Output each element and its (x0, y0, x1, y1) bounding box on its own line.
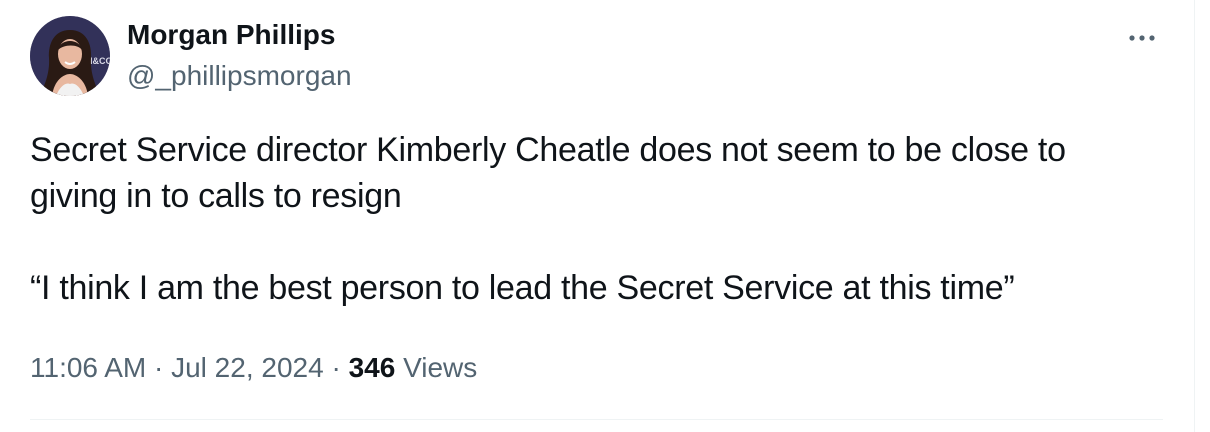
author-avatar[interactable]: I&CO (30, 16, 110, 96)
tweet-metadata: 11:06 AM · Jul 22, 2024 · 346 Views (30, 348, 477, 388)
avatar-image: I&CO (30, 16, 110, 96)
divider (30, 419, 1163, 420)
views-count: 346 (348, 352, 396, 383)
author-display-name[interactable]: Morgan Phillips (127, 18, 335, 52)
tweet-card[interactable]: I&CO Morgan Phillips @_phillipsmorgan Se… (0, 0, 1195, 432)
tweet-text: Secret Service director Kimberly Cheatle… (30, 127, 1170, 311)
tweet-text-line: Secret Service director Kimberly Cheatle… (30, 131, 1066, 169)
more-horizontal-icon (1129, 35, 1155, 41)
tweet-timestamp[interactable]: 11:06 AM · Jul 22, 2024 (30, 352, 324, 383)
paragraph-break (30, 219, 1170, 265)
tweet-quote-line: “I think I am the best person to lead th… (30, 269, 1015, 307)
author-handle[interactable]: @_phillipsmorgan (127, 59, 352, 93)
more-options-button[interactable] (1122, 22, 1162, 54)
avatar-backdrop-text: I&CO (90, 56, 110, 66)
meta-separator: · (331, 352, 341, 383)
tweet-text-line: giving in to calls to resign (30, 177, 402, 215)
views-label: Views (403, 352, 478, 383)
